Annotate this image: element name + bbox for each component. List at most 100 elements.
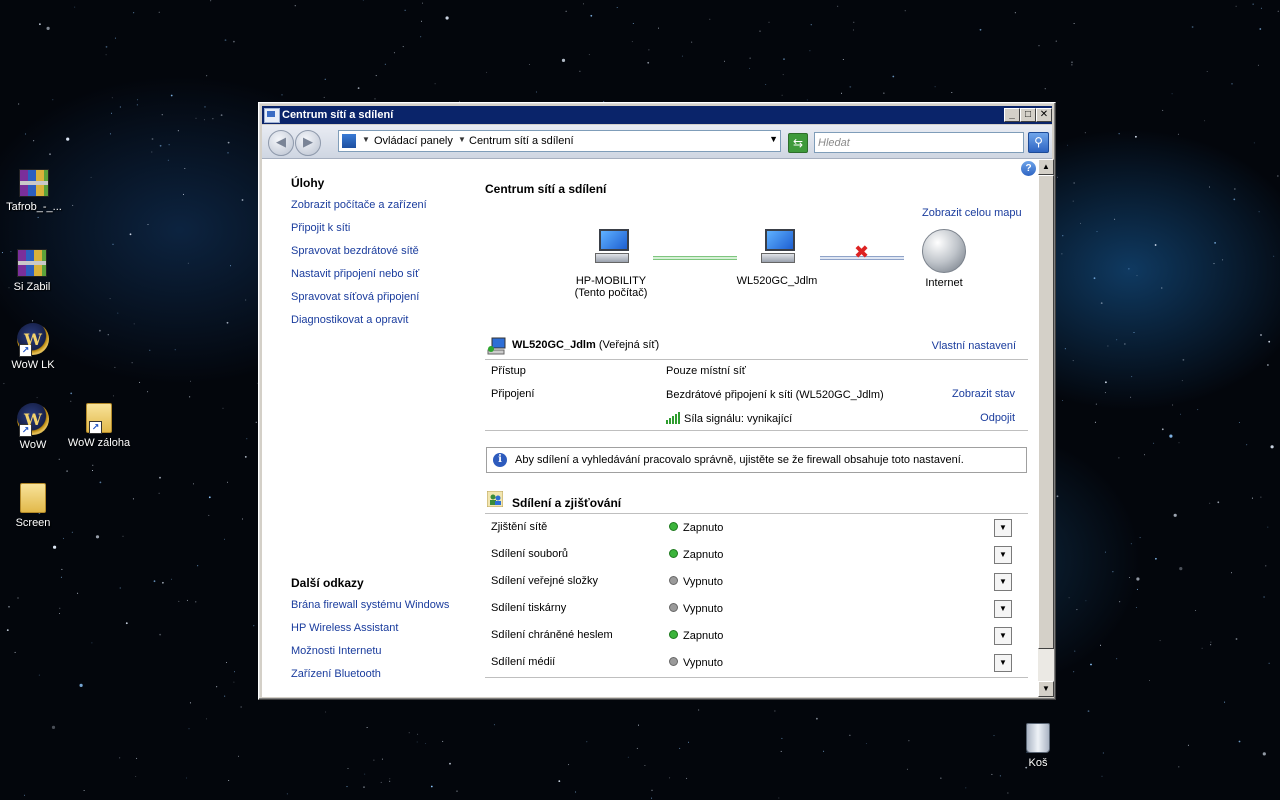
desktop-icon-screen[interactable]: Screen bbox=[0, 483, 70, 529]
desktop-icon-label: Koš bbox=[1028, 757, 1048, 769]
desktop-icon-recycle-bin[interactable]: Koš bbox=[1001, 723, 1075, 769]
status-text: Vypnuto bbox=[683, 576, 723, 588]
internet-label: Internet bbox=[925, 277, 963, 289]
address-bar[interactable]: ▼ Ovládací panely ▼ Centrum sítí a sdíle… bbox=[338, 130, 781, 152]
map-node-computer[interactable]: HP-MOBILITY (Tento počítač) bbox=[561, 229, 661, 299]
desktop-icon-si-zabil[interactable]: Si Zabil bbox=[0, 245, 69, 293]
status-on-icon bbox=[669, 630, 678, 639]
sharing-row-status: Vypnuto bbox=[669, 576, 723, 588]
map-node-internet[interactable]: Internet bbox=[904, 229, 984, 289]
status-on-icon bbox=[669, 522, 678, 531]
desktop-icon-label: Screen bbox=[15, 517, 51, 529]
computer-icon bbox=[591, 229, 631, 265]
window-titlebar[interactable]: Centrum sítí a sdílení _ □ ✕ bbox=[262, 106, 1052, 124]
page-title: Centrum sítí a sdílení bbox=[485, 182, 607, 196]
sharing-row-password-protected: Sdílení chráněné heslem Zapnuto ▼ bbox=[485, 623, 1028, 650]
expand-button[interactable]: ▼ bbox=[994, 573, 1012, 591]
section-divider bbox=[485, 677, 1028, 678]
network-center-icon bbox=[264, 108, 280, 123]
disconnect-link[interactable]: Odpojit bbox=[980, 412, 1015, 424]
signal-bars-icon bbox=[666, 412, 681, 427]
network-sharing-center-window: Centrum sítí a sdílení _ □ ✕ ◀ ▶ ▼ Ovlád… bbox=[258, 102, 1056, 700]
computer-name: HP-MOBILITY bbox=[575, 275, 647, 287]
link-internet-options[interactable]: Možnosti Internetu bbox=[291, 645, 382, 657]
status-text: Zapnuto bbox=[683, 630, 724, 642]
search-input[interactable]: Hledat bbox=[814, 132, 1024, 153]
desktop-icon-label: WoW záloha bbox=[67, 437, 131, 449]
customize-link[interactable]: Vlastní nastavení bbox=[932, 340, 1016, 352]
connection-value: Bezdrátové připojení k síti (WL520GC_Jdl… bbox=[666, 389, 884, 401]
status-off-icon bbox=[669, 657, 678, 666]
expand-button[interactable]: ▼ bbox=[994, 627, 1012, 645]
network-name: WL520GC_Jdlm bbox=[512, 339, 596, 351]
sharing-row-printer: Sdílení tiskárny Vypnuto ▼ bbox=[485, 596, 1028, 623]
sharing-section-header: Sdílení a zjišťování bbox=[485, 489, 1028, 514]
desktop-icon-wow-lk[interactable]: ↗ WoW LK bbox=[0, 323, 70, 371]
vertical-scrollbar[interactable]: ▲ ▼ bbox=[1038, 159, 1054, 697]
address-dropdown-icon[interactable]: ▼ bbox=[769, 134, 778, 144]
shortcut-arrow-icon: ↗ bbox=[19, 344, 32, 357]
task-connect-network[interactable]: Připojit k síti bbox=[291, 222, 350, 234]
no-internet-x-icon: ✖ bbox=[854, 242, 870, 263]
control-panel-icon bbox=[342, 134, 356, 148]
winrar-archive-icon bbox=[19, 169, 49, 197]
back-button[interactable]: ◀ bbox=[268, 130, 294, 156]
sharing-heading: Sdílení a zjišťování bbox=[512, 496, 622, 510]
maximize-button[interactable]: □ bbox=[1020, 108, 1036, 122]
task-manage-connections[interactable]: Spravovat síťová připojení bbox=[291, 291, 419, 303]
desktop-icon-label: WoW bbox=[19, 439, 47, 451]
sharing-row-status: Vypnuto bbox=[669, 603, 723, 615]
sharing-row-label: Sdílení médií bbox=[491, 656, 556, 668]
view-status-link[interactable]: Zobrazit stav bbox=[952, 388, 1015, 400]
sharing-row-status: Zapnuto bbox=[669, 630, 723, 642]
window-title: Centrum sítí a sdílení bbox=[282, 109, 394, 121]
link-windows-firewall[interactable]: Brána firewall systému Windows bbox=[291, 599, 449, 611]
recycle-bin-icon bbox=[1026, 723, 1050, 753]
task-setup-connection[interactable]: Nastavit připojení nebo síť bbox=[291, 268, 419, 280]
tasks-heading: Úlohy bbox=[291, 176, 325, 190]
refresh-button[interactable]: ⇆ bbox=[788, 133, 808, 153]
status-text: Zapnuto bbox=[683, 549, 724, 561]
minimize-button[interactable]: _ bbox=[1004, 108, 1020, 122]
shortcut-arrow-icon: ↗ bbox=[19, 424, 32, 437]
task-manage-wireless[interactable]: Spravovat bezdrátové sítě bbox=[291, 245, 419, 257]
desktop-icon-wow[interactable]: ↗ WoW bbox=[0, 403, 70, 451]
close-button[interactable]: ✕ bbox=[1036, 108, 1052, 122]
status-on-icon bbox=[669, 549, 678, 558]
desktop-icon-label: Tafrob_-_... bbox=[6, 201, 62, 213]
expand-button[interactable]: ▼ bbox=[994, 654, 1012, 672]
breadcrumb-chevron-icon[interactable]: ▼ bbox=[362, 135, 370, 144]
scroll-down-button[interactable]: ▼ bbox=[1038, 681, 1054, 697]
sharing-row-status: Zapnuto bbox=[669, 522, 723, 534]
scroll-up-button[interactable]: ▲ bbox=[1038, 159, 1054, 175]
desktop-icon-tafrob[interactable]: Tafrob_-_... bbox=[0, 165, 71, 213]
scroll-thumb[interactable] bbox=[1038, 175, 1054, 649]
breadcrumb-network-center[interactable]: Centrum sítí a sdílení bbox=[469, 135, 574, 147]
wow-game-icon: ↗ bbox=[17, 403, 49, 437]
sharing-users-icon bbox=[486, 490, 504, 508]
task-diagnose-repair[interactable]: Diagnostikovat a opravit bbox=[291, 314, 408, 326]
expand-button[interactable]: ▼ bbox=[994, 546, 1012, 564]
content-pane: Úlohy Zobrazit počítače a zařízení Připo… bbox=[262, 159, 1038, 697]
help-icon[interactable]: ? bbox=[1021, 161, 1036, 176]
map-node-network[interactable]: WL520GC_Jdlm bbox=[727, 229, 827, 287]
expand-button[interactable]: ▼ bbox=[994, 600, 1012, 618]
breadcrumb-chevron-icon[interactable]: ▼ bbox=[458, 135, 466, 144]
link-bluetooth-devices[interactable]: Zařízení Bluetooth bbox=[291, 668, 381, 680]
view-full-map-link[interactable]: Zobrazit celou mapu bbox=[922, 207, 1022, 219]
task-view-computers[interactable]: Zobrazit počítače a zařízení bbox=[291, 199, 427, 211]
section-divider bbox=[485, 430, 1028, 431]
access-value: Pouze místní síť bbox=[666, 365, 746, 377]
breadcrumb-control-panel[interactable]: Ovládací panely bbox=[374, 135, 453, 147]
expand-button[interactable]: ▼ bbox=[994, 519, 1012, 537]
desktop-icon-wow-zaloha[interactable]: ↗ WoW záloha bbox=[62, 403, 136, 449]
sharing-row-status: Zapnuto bbox=[669, 549, 723, 561]
firewall-info-box: i Aby sdílení a vyhledávání pracovalo sp… bbox=[486, 447, 1027, 473]
search-button[interactable]: ⚲ bbox=[1028, 132, 1049, 153]
sharing-row-status: Vypnuto bbox=[669, 657, 723, 669]
wow-game-icon: ↗ bbox=[17, 323, 49, 357]
sharing-row-public-folder: Sdílení veřejné složky Vypnuto ▼ bbox=[485, 569, 1028, 596]
forward-button[interactable]: ▶ bbox=[295, 130, 321, 156]
computer-subtitle: (Tento počítač) bbox=[574, 287, 648, 299]
link-hp-wireless-assistant[interactable]: HP Wireless Assistant bbox=[291, 622, 398, 634]
